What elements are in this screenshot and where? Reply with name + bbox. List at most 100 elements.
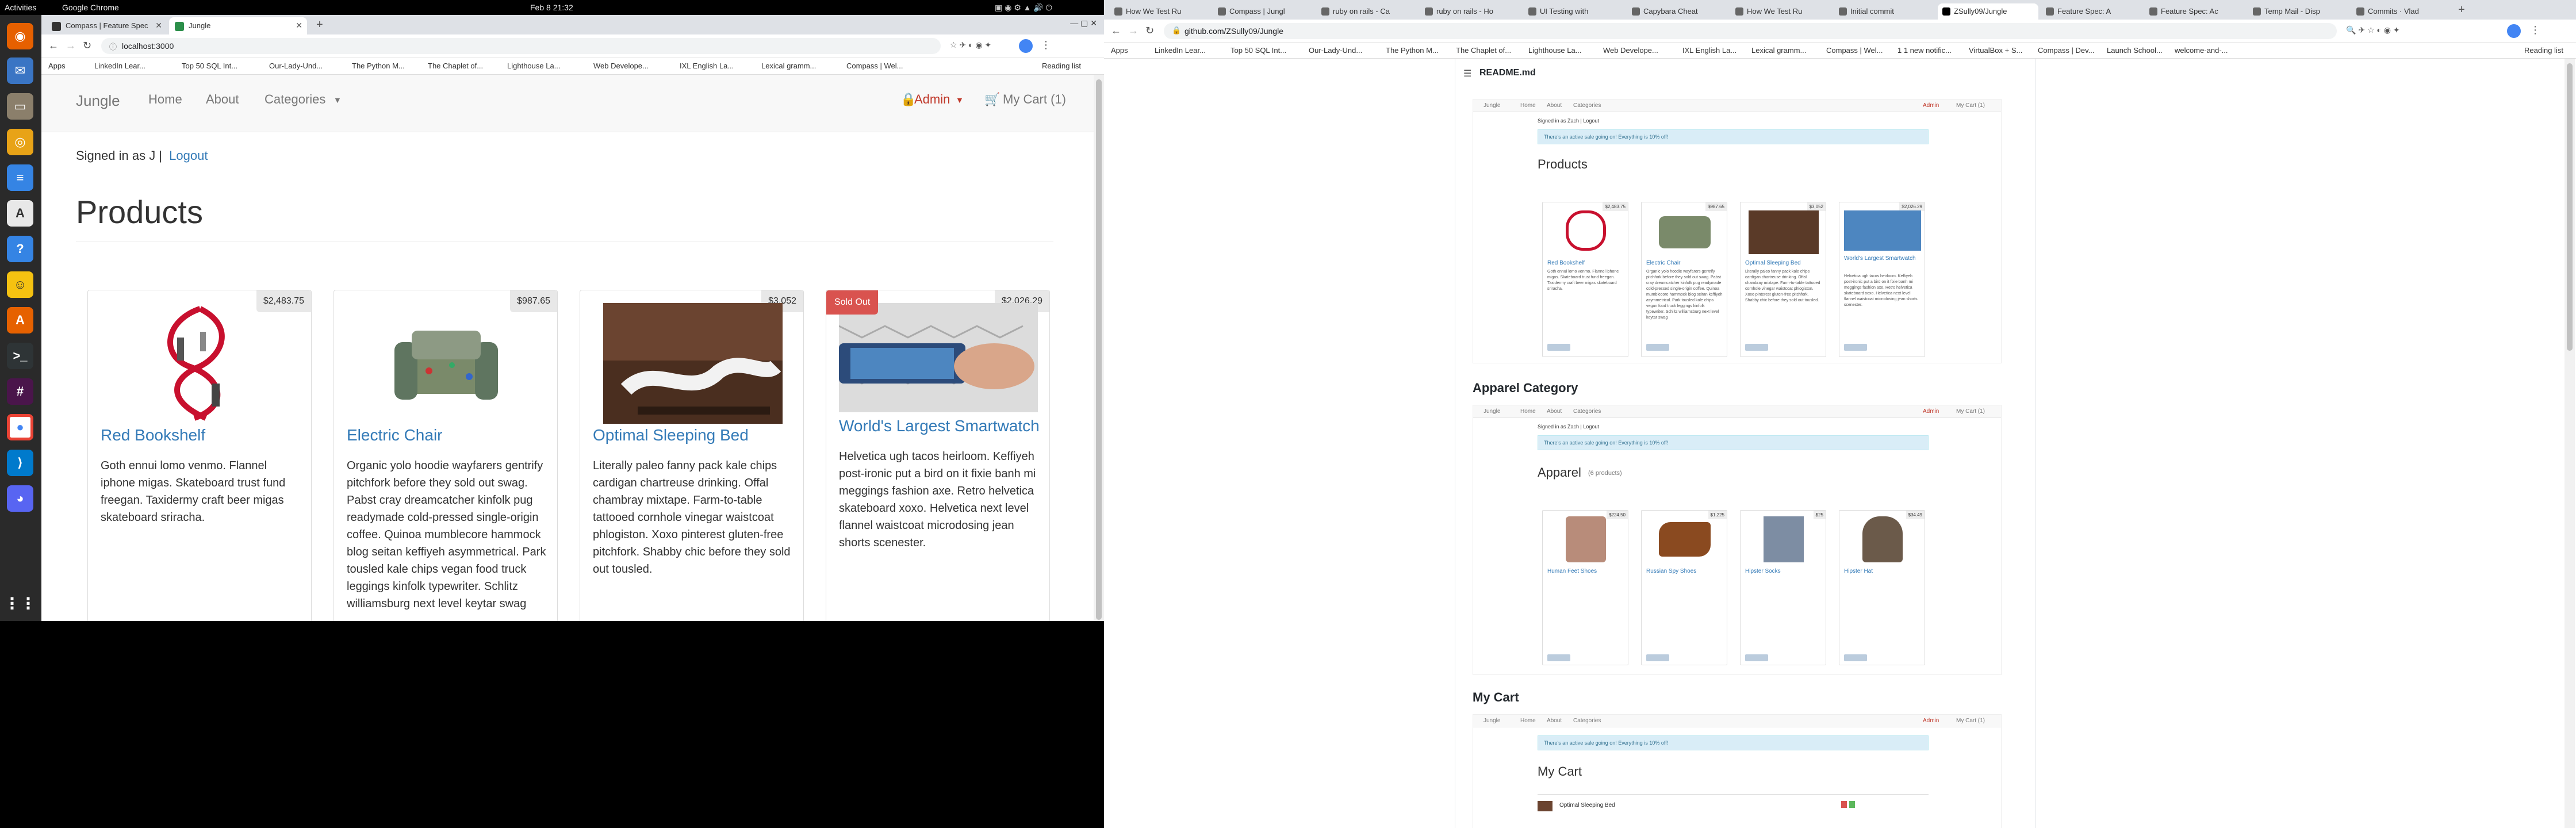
firefox-icon[interactable]: ◉ bbox=[7, 23, 33, 49]
product-name-link[interactable]: Electric Chair bbox=[347, 426, 442, 444]
tab-item[interactable]: How We Test Ru bbox=[1110, 3, 1210, 20]
help-icon[interactable]: ? bbox=[7, 236, 33, 262]
extension-icons[interactable]: ☆ ✈ ◐ ◉ ✦ bbox=[950, 40, 991, 50]
rhythmbox-icon[interactable]: ◎ bbox=[7, 129, 33, 155]
nav-categories[interactable]: Categories bbox=[264, 92, 325, 107]
logout-link[interactable]: Logout bbox=[169, 148, 208, 163]
bookmark-item[interactable]: Lighthouse La... bbox=[507, 62, 561, 70]
bookmark-apps[interactable]: Apps bbox=[48, 62, 66, 70]
product-name-link[interactable]: Red Bookshelf bbox=[101, 426, 205, 444]
bookmark-item[interactable]: Top 50 SQL Int... bbox=[182, 62, 237, 70]
app-menu[interactable]: Google Chrome bbox=[62, 3, 119, 12]
info-icon[interactable]: ⓘ bbox=[109, 41, 117, 52]
tab-item[interactable]: Initial commit bbox=[1834, 3, 1935, 20]
bookmark-item[interactable]: Our-Lady-Und... bbox=[269, 62, 323, 70]
show-apps-icon[interactable]: ⋮⋮ bbox=[4, 590, 36, 616]
bookmark-item[interactable]: Our-Lady-Und... bbox=[1309, 46, 1362, 55]
bookmark-item[interactable]: Compass | Wel... bbox=[846, 62, 903, 70]
ubuntu-store-icon[interactable]: ☺ bbox=[7, 271, 33, 298]
admin-menu[interactable]: Admin bbox=[914, 92, 950, 107]
bookmark-item[interactable]: Top 50 SQL Int... bbox=[1230, 46, 1286, 55]
tab-item[interactable]: ruby on rails - Ca bbox=[1317, 3, 1417, 20]
activities-button[interactable]: Activities bbox=[5, 3, 36, 12]
back-icon[interactable]: ← bbox=[48, 40, 59, 52]
tab-item[interactable]: Compass | Jungl bbox=[1213, 3, 1314, 20]
tab-item[interactable]: ruby on rails - Ho bbox=[1420, 3, 1521, 20]
new-tab-icon[interactable]: + bbox=[2458, 3, 2465, 17]
bookmark-item[interactable]: IXL English La... bbox=[1682, 46, 1736, 55]
bookmark-item[interactable]: IXL English La... bbox=[680, 62, 734, 70]
menu-icon[interactable]: ⋮ bbox=[2530, 24, 2540, 36]
reload-icon[interactable]: ↻ bbox=[1145, 25, 1154, 37]
bookmark-item[interactable]: Lexical gramm... bbox=[1751, 46, 1806, 55]
bookmark-item[interactable]: The Chaplet of... bbox=[1456, 46, 1511, 55]
bookmark-item[interactable]: Lexical gramm... bbox=[761, 62, 816, 70]
bookmark-item[interactable]: welcome-and-... bbox=[2175, 46, 2228, 55]
address-bar[interactable]: ⓘ localhost:3000 bbox=[101, 38, 941, 54]
profile-avatar[interactable] bbox=[1019, 39, 1033, 53]
bookmark-item[interactable]: Compass | Dev... bbox=[2038, 46, 2095, 55]
bookmark-item[interactable]: LinkedIn Lear... bbox=[94, 62, 145, 70]
tab-item[interactable]: Capybara Cheat bbox=[1627, 3, 1728, 20]
extension-icons[interactable]: 🔍 ✈ ☆ ◐ ◉ ✦ bbox=[2346, 25, 2400, 35]
product-name-link[interactable]: Optimal Sleeping Bed bbox=[593, 426, 749, 444]
new-tab-icon[interactable]: + bbox=[316, 18, 323, 32]
reading-list[interactable]: Reading list bbox=[1042, 62, 1081, 70]
forward-icon[interactable]: → bbox=[1128, 25, 1138, 37]
window-controls[interactable]: — ▢ ✕ bbox=[1070, 18, 1097, 28]
reading-list[interactable]: Reading list bbox=[2524, 46, 2563, 55]
tab-compass[interactable]: Compass | Feature Spec ✕ bbox=[46, 17, 167, 34]
nav-home[interactable]: Home bbox=[148, 92, 182, 107]
profile-avatar[interactable] bbox=[2507, 24, 2521, 38]
app-store-icon[interactable]: A bbox=[7, 307, 33, 334]
close-tab-icon[interactable]: ✕ bbox=[155, 21, 162, 30]
forward-icon[interactable]: → bbox=[66, 40, 76, 52]
files-icon[interactable]: ▭ bbox=[7, 93, 33, 120]
reload-icon[interactable]: ↻ bbox=[83, 40, 91, 52]
bookmark-item[interactable]: LinkedIn Lear... bbox=[1155, 46, 1206, 55]
bookmark-item[interactable]: Launch School... bbox=[2107, 46, 2163, 55]
product-name-link[interactable]: World's Largest Smartwatch bbox=[839, 417, 1040, 435]
nav-about[interactable]: About bbox=[206, 92, 239, 107]
bookmark-apps[interactable]: Apps bbox=[1111, 46, 1128, 55]
red-bookshelf-image[interactable] bbox=[143, 303, 258, 424]
tab-item-active[interactable]: ZSully09/Jungle bbox=[1938, 3, 2038, 20]
close-tab-icon[interactable]: ✕ bbox=[296, 21, 302, 30]
software-icon[interactable]: A bbox=[7, 200, 33, 227]
page-scrollbar-thumb[interactable] bbox=[1096, 79, 1102, 620]
address-bar[interactable]: 🔒 github.com/ZSully09/Jungle bbox=[1164, 23, 2337, 39]
bookmark-item[interactable]: Compass | Wel... bbox=[1826, 46, 1883, 55]
system-tray-icons[interactable]: ▣ ◉ ⚙ ▲ 🔊 ⏻ bbox=[995, 3, 1052, 13]
bookmark-item[interactable]: The Python M... bbox=[352, 62, 405, 70]
tab-jungle[interactable]: Jungle ✕ bbox=[169, 17, 307, 34]
writer-icon[interactable]: ≡ bbox=[7, 164, 33, 191]
tab-item[interactable]: Feature Spec: Ac bbox=[2145, 3, 2245, 20]
terminal-icon[interactable]: >_ bbox=[7, 343, 33, 369]
smartwatch-image[interactable] bbox=[839, 303, 1038, 412]
bookmark-item[interactable]: Web Develope... bbox=[593, 62, 649, 70]
tab-item[interactable]: Commits · Vlad bbox=[2352, 3, 2452, 20]
bookmark-item[interactable]: The Python M... bbox=[1386, 46, 1439, 55]
list-icon[interactable]: ☰ bbox=[1463, 68, 1471, 79]
clock[interactable]: Feb 8 21:32 bbox=[530, 3, 573, 12]
sleeping-bed-image[interactable] bbox=[603, 303, 783, 424]
tab-item[interactable]: Temp Mail - Disp bbox=[2248, 3, 2349, 20]
brand-link[interactable]: Jungle bbox=[76, 92, 120, 110]
page-scrollbar-thumb[interactable] bbox=[2567, 63, 2573, 351]
bookmark-item[interactable]: VirtualBox + S... bbox=[1969, 46, 2022, 55]
vscode-icon[interactable]: ⟩ bbox=[7, 450, 33, 476]
tab-item[interactable]: Feature Spec: A bbox=[2041, 3, 2142, 20]
bookmark-item[interactable]: Lighthouse La... bbox=[1528, 46, 1582, 55]
tab-item[interactable]: UI Testing with bbox=[1524, 3, 1624, 20]
chrome-icon[interactable]: ● bbox=[7, 414, 33, 440]
bookmark-item[interactable]: 1 1 new notific... bbox=[1897, 46, 1952, 55]
electric-chair-image[interactable] bbox=[389, 308, 504, 417]
discord-icon[interactable]: ◕ bbox=[7, 485, 33, 512]
bookmark-item[interactable]: Web Develope... bbox=[1603, 46, 1658, 55]
back-icon[interactable]: ← bbox=[1111, 25, 1121, 37]
bookmark-item[interactable]: The Chaplet of... bbox=[428, 62, 483, 70]
tab-item[interactable]: How We Test Ru bbox=[1731, 3, 1831, 20]
my-cart-link[interactable]: My Cart (1) bbox=[1003, 92, 1066, 107]
menu-icon[interactable]: ⋮ bbox=[1041, 39, 1051, 51]
thunderbird-icon[interactable]: ✉ bbox=[7, 57, 33, 84]
